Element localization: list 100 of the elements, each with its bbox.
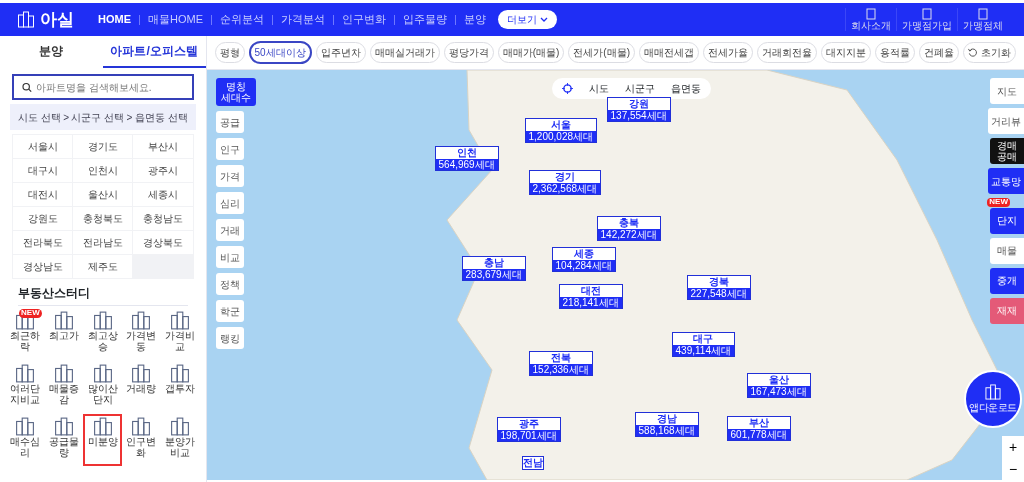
- map-level-option[interactable]: 읍면동: [670, 81, 701, 96]
- nav-link[interactable]: 입주물량: [403, 11, 447, 28]
- region-button[interactable]: 전라남도: [73, 231, 133, 254]
- filter-chip[interactable]: 건폐율: [919, 42, 959, 63]
- region-marker[interactable]: 울산 167,473세대: [746, 373, 811, 398]
- building-chart-icon: [14, 364, 37, 383]
- building-chart-icon: [169, 311, 192, 330]
- region-marker[interactable]: 전북 152,336세대: [528, 351, 593, 376]
- map-layer-button[interactable]: 가격: [215, 165, 244, 187]
- map-layer-button[interactable]: 인구: [215, 138, 244, 160]
- filter-chip[interactable]: 매매실거래가: [369, 42, 440, 63]
- building-chart-icon: [53, 417, 76, 436]
- map-level-option[interactable]: 시군구: [624, 81, 655, 96]
- map-tool-button[interactable]: 경매 공매: [990, 138, 1024, 164]
- region-marker[interactable]: 경북 227,548세대: [686, 275, 751, 300]
- region-button[interactable]: 대구시: [13, 159, 73, 182]
- map-layer-button[interactable]: 정책: [215, 273, 244, 295]
- new-badge: NEW: [19, 309, 42, 318]
- map-tool-button[interactable]: 단지: [990, 207, 1024, 234]
- region-marker[interactable]: 세종 104,284세대: [551, 247, 616, 272]
- reset-button[interactable]: 초기화: [963, 42, 1016, 63]
- study-item[interactable]: 미분양: [83, 414, 123, 466]
- header-link[interactable]: 가맹점가입: [896, 8, 957, 31]
- building-chart-icon: [130, 311, 153, 330]
- filter-chip[interactable]: 대지지분: [821, 42, 871, 63]
- region-button[interactable]: 인천시: [73, 159, 133, 182]
- map-tool-button[interactable]: 거리뷰: [988, 108, 1024, 134]
- filter-chip[interactable]: 50세대이상: [248, 41, 312, 64]
- map-layer-button[interactable]: 학군: [215, 300, 244, 322]
- building-chart-icon: [130, 364, 153, 383]
- crosshair-icon: [561, 83, 573, 94]
- section-title: 부동산스터디: [18, 284, 188, 306]
- filter-chip[interactable]: 용적률: [875, 42, 915, 63]
- region-marker[interactable]: 서울 1,200,028세대: [524, 118, 598, 143]
- map-tool-button[interactable]: 매물: [990, 237, 1024, 264]
- region-marker[interactable]: 충북 142,272세대: [596, 216, 661, 241]
- map-layer-button[interactable]: 명칭 세대수: [215, 78, 256, 106]
- map-layer-button[interactable]: 비교: [215, 246, 244, 268]
- filter-chip[interactable]: 거래회전율: [757, 42, 817, 63]
- more-button[interactable]: 더보기: [498, 10, 557, 29]
- nav-link[interactable]: 분양: [464, 11, 486, 28]
- building-chart-icon: [169, 417, 192, 436]
- region-button[interactable]: 전라북도: [13, 231, 73, 254]
- region-button[interactable]: 광주시: [133, 159, 193, 182]
- region-marker[interactable]: 전남: [521, 456, 544, 470]
- region-marker[interactable]: 대구 439,114세대: [671, 332, 735, 357]
- nav-link[interactable]: 순위분석: [220, 11, 264, 28]
- nav-link[interactable]: 매물HOME: [148, 11, 203, 28]
- region-marker[interactable]: 경기 2,362,568세대: [528, 170, 602, 195]
- map-layer-button[interactable]: 랭킹: [215, 327, 244, 349]
- filter-chip[interactable]: 입주년차: [315, 42, 366, 63]
- region-button[interactable]: 서울시: [13, 135, 73, 158]
- region-button[interactable]: 경기도: [73, 135, 133, 158]
- breadcrumb-item[interactable]: 시도 선택: [18, 109, 61, 125]
- filter-chip[interactable]: 매매전세갭: [639, 42, 699, 63]
- region-button[interactable]: 대전시: [13, 183, 73, 206]
- filter-chip[interactable]: 평당가격: [443, 42, 494, 63]
- nav-link[interactable]: 인구변화: [342, 11, 386, 28]
- region-marker[interactable]: 강원 137,554세대: [606, 97, 671, 122]
- search-field[interactable]: 아파트명을 검색해보세요.: [12, 74, 194, 100]
- region-marker[interactable]: 부산 601,778세대: [726, 416, 791, 441]
- breadcrumb-separator: >: [63, 110, 69, 125]
- map-tool-button[interactable]: 지도: [990, 78, 1024, 104]
- region-button[interactable]: 부산시: [133, 135, 193, 158]
- region-marker[interactable]: 충남 283,679세대: [461, 256, 526, 281]
- region-button[interactable]: 경상남도: [13, 255, 73, 278]
- header-link[interactable]: 가맹점체: [957, 8, 1008, 31]
- map-tool-button[interactable]: 교통망: [988, 168, 1024, 194]
- header-link[interactable]: 회사소개: [845, 8, 896, 31]
- region-marker[interactable]: 광주 198,701세대: [496, 417, 561, 442]
- map-layer-button[interactable]: 공급: [215, 111, 244, 133]
- logo-icon: [16, 11, 36, 28]
- filter-chip[interactable]: 전세가율: [703, 42, 753, 63]
- breadcrumb-item[interactable]: 읍면동 선택: [134, 109, 188, 125]
- map-tool-button[interactable]: 중개: [990, 267, 1024, 294]
- building-chart-icon: [53, 311, 76, 330]
- filter-chip[interactable]: 전세가(매물): [568, 42, 635, 63]
- region-marker[interactable]: 인천 564,969세대: [434, 146, 499, 171]
- filter-chip[interactable]: 매매가(매물): [497, 42, 565, 63]
- logo-text[interactable]: 아실: [40, 6, 74, 33]
- search-icon: [22, 81, 33, 93]
- map-layer-button[interactable]: 거래: [215, 219, 244, 241]
- filter-chip[interactable]: 평형: [214, 42, 245, 63]
- region-marker[interactable]: 대전 218,141세대: [558, 284, 623, 309]
- map-level-option[interactable]: 시도: [588, 81, 609, 96]
- breadcrumb-item[interactable]: 시군구 선택: [71, 109, 125, 125]
- region-button[interactable]: 경상북도: [133, 231, 193, 254]
- map-layer-button[interactable]: 심리: [215, 192, 244, 214]
- region-button[interactable]: 울산시: [73, 183, 133, 206]
- region-button[interactable]: 제주도: [73, 255, 133, 278]
- new-badge: NEW: [987, 198, 1010, 207]
- building-chart-icon: [130, 417, 153, 436]
- building-chart-icon: [91, 311, 114, 330]
- region-button[interactable]: 세종시: [133, 183, 193, 206]
- nav-link[interactable]: 가격분석: [281, 11, 325, 28]
- region-button[interactable]: 충청북도: [73, 207, 133, 230]
- region-button[interactable]: 충청남도: [133, 207, 193, 230]
- region-button[interactable]: 강원도: [13, 207, 73, 230]
- nav-link[interactable]: HOME: [98, 11, 131, 28]
- region-marker[interactable]: 경남 588,168세대: [634, 412, 699, 437]
